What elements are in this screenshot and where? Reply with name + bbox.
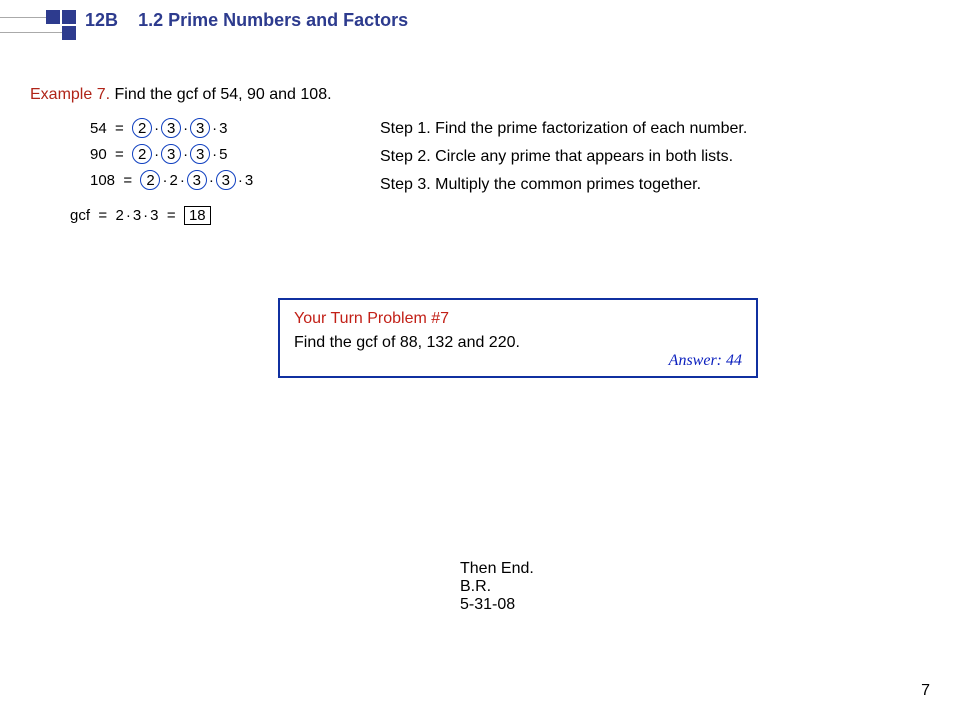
fact-n: 90 xyxy=(90,146,107,163)
header-ornament xyxy=(0,10,75,44)
end-note: Then End. B.R. 5-31-08 xyxy=(460,560,534,614)
example-label: Example 7. xyxy=(30,86,110,103)
factorization-90: 90 = 2·3·3·5 xyxy=(90,144,227,164)
header-title: 12B 1.2 Prime Numbers and Factors xyxy=(85,10,408,31)
example-text: Find the gcf of 54, 90 and 108. xyxy=(110,86,332,103)
end-line-1: Then End. xyxy=(460,560,534,578)
circled-prime: 3 xyxy=(161,144,181,164)
factorization-108: 108 = 2·2·3·3·3 xyxy=(90,170,253,190)
page-number: 7 xyxy=(921,682,930,700)
circled-prime: 2 xyxy=(132,118,152,138)
step-3: Step 3. Multiply the common primes toget… xyxy=(380,176,701,194)
circled-prime: 3 xyxy=(187,170,207,190)
circled-prime: 2 xyxy=(132,144,152,164)
circled-prime: 3 xyxy=(190,144,210,164)
your-turn-title: Your Turn Problem #7 xyxy=(294,310,742,328)
header-code: 12B xyxy=(85,10,118,30)
step-2: Step 2. Circle any prime that appears in… xyxy=(380,148,733,166)
factorization-54: 54 = 2·3·3·3 xyxy=(90,118,227,138)
step-label: Step 2. xyxy=(380,148,431,165)
gcf-result: gcf = 2·3·3 = 18 xyxy=(70,206,211,225)
end-line-2: B.R. xyxy=(460,578,534,596)
your-turn-box: Your Turn Problem #7 Find the gcf of 88,… xyxy=(278,298,758,378)
gcf-label: gcf xyxy=(70,207,90,224)
step-label: Step 3. xyxy=(380,176,431,193)
circled-prime: 3 xyxy=(161,118,181,138)
header-text: 1.2 Prime Numbers and Factors xyxy=(138,10,408,30)
step-1: Step 1. Find the prime factorization of … xyxy=(380,120,747,138)
fact-n: 108 xyxy=(90,172,115,189)
fact-n: 54 xyxy=(90,120,107,137)
circled-prime: 2 xyxy=(140,170,160,190)
gcf-box: 18 xyxy=(184,206,211,225)
example-heading: Example 7. Find the gcf of 54, 90 and 10… xyxy=(30,86,332,104)
step-text: Circle any prime that appears in both li… xyxy=(431,148,733,165)
end-line-3: 5-31-08 xyxy=(460,596,534,614)
circled-prime: 3 xyxy=(190,118,210,138)
your-turn-prompt: Find the gcf of 88, 132 and 220. xyxy=(294,334,742,352)
slide-header: 12B 1.2 Prime Numbers and Factors xyxy=(0,10,960,44)
your-turn-answer: Answer: 44 xyxy=(669,352,742,370)
step-text: Find the prime factorization of each num… xyxy=(431,120,748,137)
step-text: Multiply the common primes together. xyxy=(431,176,701,193)
circled-prime: 3 xyxy=(216,170,236,190)
step-label: Step 1. xyxy=(380,120,431,137)
